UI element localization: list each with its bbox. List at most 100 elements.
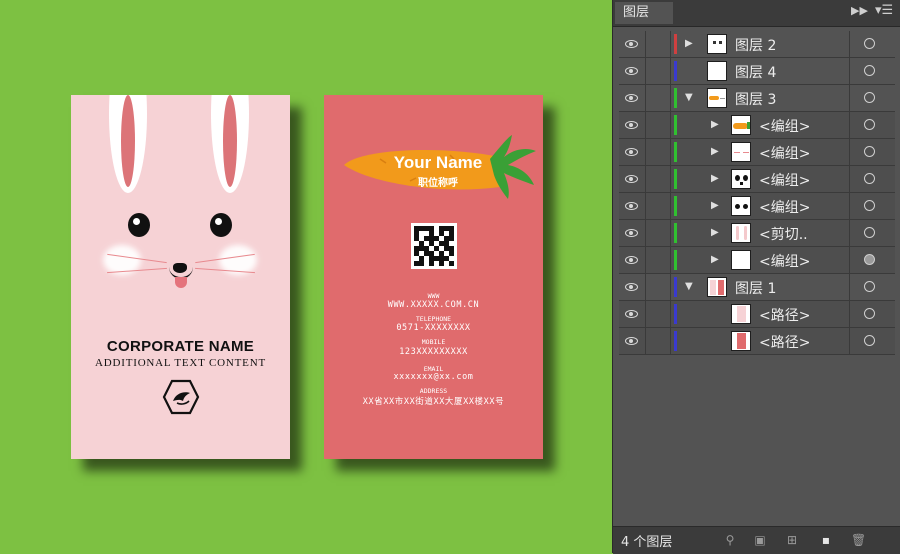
target-indicator[interactable] <box>849 301 896 327</box>
company-name: CORPORATE NAME <box>106 338 255 355</box>
target-circle-icon <box>864 65 875 76</box>
visibility-toggle[interactable] <box>619 220 646 246</box>
lock-toggle[interactable] <box>646 193 671 219</box>
layer-name[interactable]: <编组> <box>759 170 810 190</box>
layer-thumbnail <box>731 142 751 162</box>
visibility-toggle[interactable] <box>619 85 646 111</box>
panel-menu-icon[interactable]: ▾☰ <box>875 3 893 18</box>
target-indicator[interactable] <box>849 193 896 219</box>
job-title: 职位称呼 <box>418 178 458 189</box>
target-indicator[interactable] <box>849 247 896 273</box>
eye-icon <box>625 94 638 102</box>
bunny-tongue <box>175 277 187 288</box>
visibility-toggle[interactable] <box>619 112 646 138</box>
layer-name[interactable]: 图层 2 <box>735 35 776 55</box>
layer-name[interactable]: <编组> <box>759 251 810 271</box>
visibility-toggle[interactable] <box>619 301 646 327</box>
target-indicator[interactable] <box>849 274 896 300</box>
tab-layers[interactable]: 图层 <box>615 2 673 24</box>
target-circle-icon <box>864 92 875 103</box>
layer-color-bar <box>674 61 677 81</box>
target-indicator[interactable] <box>849 58 896 84</box>
lock-toggle[interactable] <box>646 274 671 300</box>
layer-name[interactable]: <编组> <box>759 143 810 163</box>
target-indicator[interactable] <box>849 328 896 354</box>
chevron-down-icon[interactable]: ▼ <box>685 281 693 292</box>
layer-row[interactable]: ▶ 图层 2 <box>619 31 895 58</box>
business-card-back[interactable]: Your Name 职位称呼 WWW WWW.XXXXX.COM.CN TELE… <box>324 95 543 459</box>
target-circle-icon <box>864 119 875 130</box>
chevron-down-icon[interactable]: ▼ <box>685 92 693 103</box>
layer-name[interactable]: 图层 1 <box>735 278 776 298</box>
layer-name[interactable]: <剪切.. <box>759 224 808 244</box>
target-circle-icon <box>864 146 875 157</box>
layer-name[interactable]: <编组> <box>759 116 810 136</box>
double-chevron-right-icon[interactable]: ▶▶ <box>851 4 868 17</box>
lock-toggle[interactable] <box>646 247 671 273</box>
target-indicator[interactable] <box>849 112 896 138</box>
target-indicator[interactable] <box>849 31 896 57</box>
layer-row[interactable]: ▶ <编组> <box>619 247 895 274</box>
layer-row[interactable]: 图层 4 <box>619 58 895 85</box>
chevron-right-icon[interactable]: ▶ <box>711 254 719 265</box>
locate-object-icon[interactable]: ⚲ <box>723 533 737 547</box>
chevron-right-icon[interactable]: ▶ <box>685 38 693 49</box>
layer-row[interactable]: ▶ <编组> <box>619 139 895 166</box>
visibility-toggle[interactable] <box>619 247 646 273</box>
lock-toggle[interactable] <box>646 220 671 246</box>
layer-thumbnail <box>731 250 751 270</box>
lock-toggle[interactable] <box>646 301 671 327</box>
layer-name[interactable]: 图层 4 <box>735 62 776 82</box>
layer-name[interactable]: <编组> <box>759 197 810 217</box>
layer-color-bar <box>674 142 677 162</box>
target-indicator[interactable] <box>849 85 896 111</box>
visibility-toggle[interactable] <box>619 328 646 354</box>
layer-row[interactable]: ▶ <编组> <box>619 166 895 193</box>
chevron-right-icon[interactable]: ▶ <box>711 200 719 211</box>
target-indicator[interactable] <box>849 220 896 246</box>
layer-name[interactable]: <路径> <box>759 305 810 325</box>
layer-count: 4 个图层 <box>621 535 673 550</box>
chevron-right-icon[interactable]: ▶ <box>711 146 719 157</box>
visibility-toggle[interactable] <box>619 31 646 57</box>
visibility-toggle[interactable] <box>619 58 646 84</box>
target-indicator[interactable] <box>849 139 896 165</box>
eye-icon <box>625 229 638 237</box>
layer-row[interactable]: <路径> <box>619 301 895 328</box>
delete-layer-icon[interactable]: 🗑 <box>851 533 866 547</box>
visibility-toggle[interactable] <box>619 166 646 192</box>
new-layer-icon[interactable]: ▪ <box>819 533 833 547</box>
lock-toggle[interactable] <box>646 139 671 165</box>
target-circle-icon <box>864 200 875 211</box>
layer-name[interactable]: 图层 3 <box>735 89 776 109</box>
business-card-front[interactable]: CORPORATE NAME ADDITIONAL TEXT CONTENT <box>71 95 290 459</box>
mobile-label: MOBILE <box>421 338 446 346</box>
visibility-toggle[interactable] <box>619 274 646 300</box>
chevron-right-icon[interactable]: ▶ <box>711 173 719 184</box>
create-sublayer-icon[interactable]: ⊞ <box>785 533 799 547</box>
lock-toggle[interactable] <box>646 31 671 57</box>
make-clipping-mask-icon[interactable]: ▣ <box>753 533 767 547</box>
layer-row[interactable]: <路径> <box>619 328 895 355</box>
layer-name[interactable]: <路径> <box>759 332 810 352</box>
layer-color-bar <box>674 331 677 351</box>
bunny-nose <box>173 263 187 273</box>
layer-color-bar <box>674 115 677 135</box>
visibility-toggle[interactable] <box>619 193 646 219</box>
target-indicator[interactable] <box>849 166 896 192</box>
layer-list[interactable]: ▶ 图层 2 图层 4 ▼ 图层 3 ▶ <编组> ▶ <编组> ▶ <编组> ▶ <编组> ▶ <剪切..… <box>619 31 895 355</box>
layer-row[interactable]: ▶ <编组> <box>619 193 895 220</box>
lock-toggle[interactable] <box>646 85 671 111</box>
chevron-right-icon[interactable]: ▶ <box>711 119 719 130</box>
lock-toggle[interactable] <box>646 58 671 84</box>
layer-row[interactable]: ▶ <编组> <box>619 112 895 139</box>
layer-row[interactable]: ▶ <剪切.. <box>619 220 895 247</box>
chevron-right-icon[interactable]: ▶ <box>711 227 719 238</box>
lock-toggle[interactable] <box>646 166 671 192</box>
layer-row[interactable]: ▼ 图层 3 <box>619 85 895 112</box>
layers-panel: 图层 ▶▶ ▾☰ ▶ 图层 2 图层 4 ▼ 图层 3 ▶ <编组> ▶ <编组> ▶ <编组> ▶ <… <box>612 0 900 554</box>
lock-toggle[interactable] <box>646 328 671 354</box>
visibility-toggle[interactable] <box>619 139 646 165</box>
layer-row[interactable]: ▼ 图层 1 <box>619 274 895 301</box>
lock-toggle[interactable] <box>646 112 671 138</box>
